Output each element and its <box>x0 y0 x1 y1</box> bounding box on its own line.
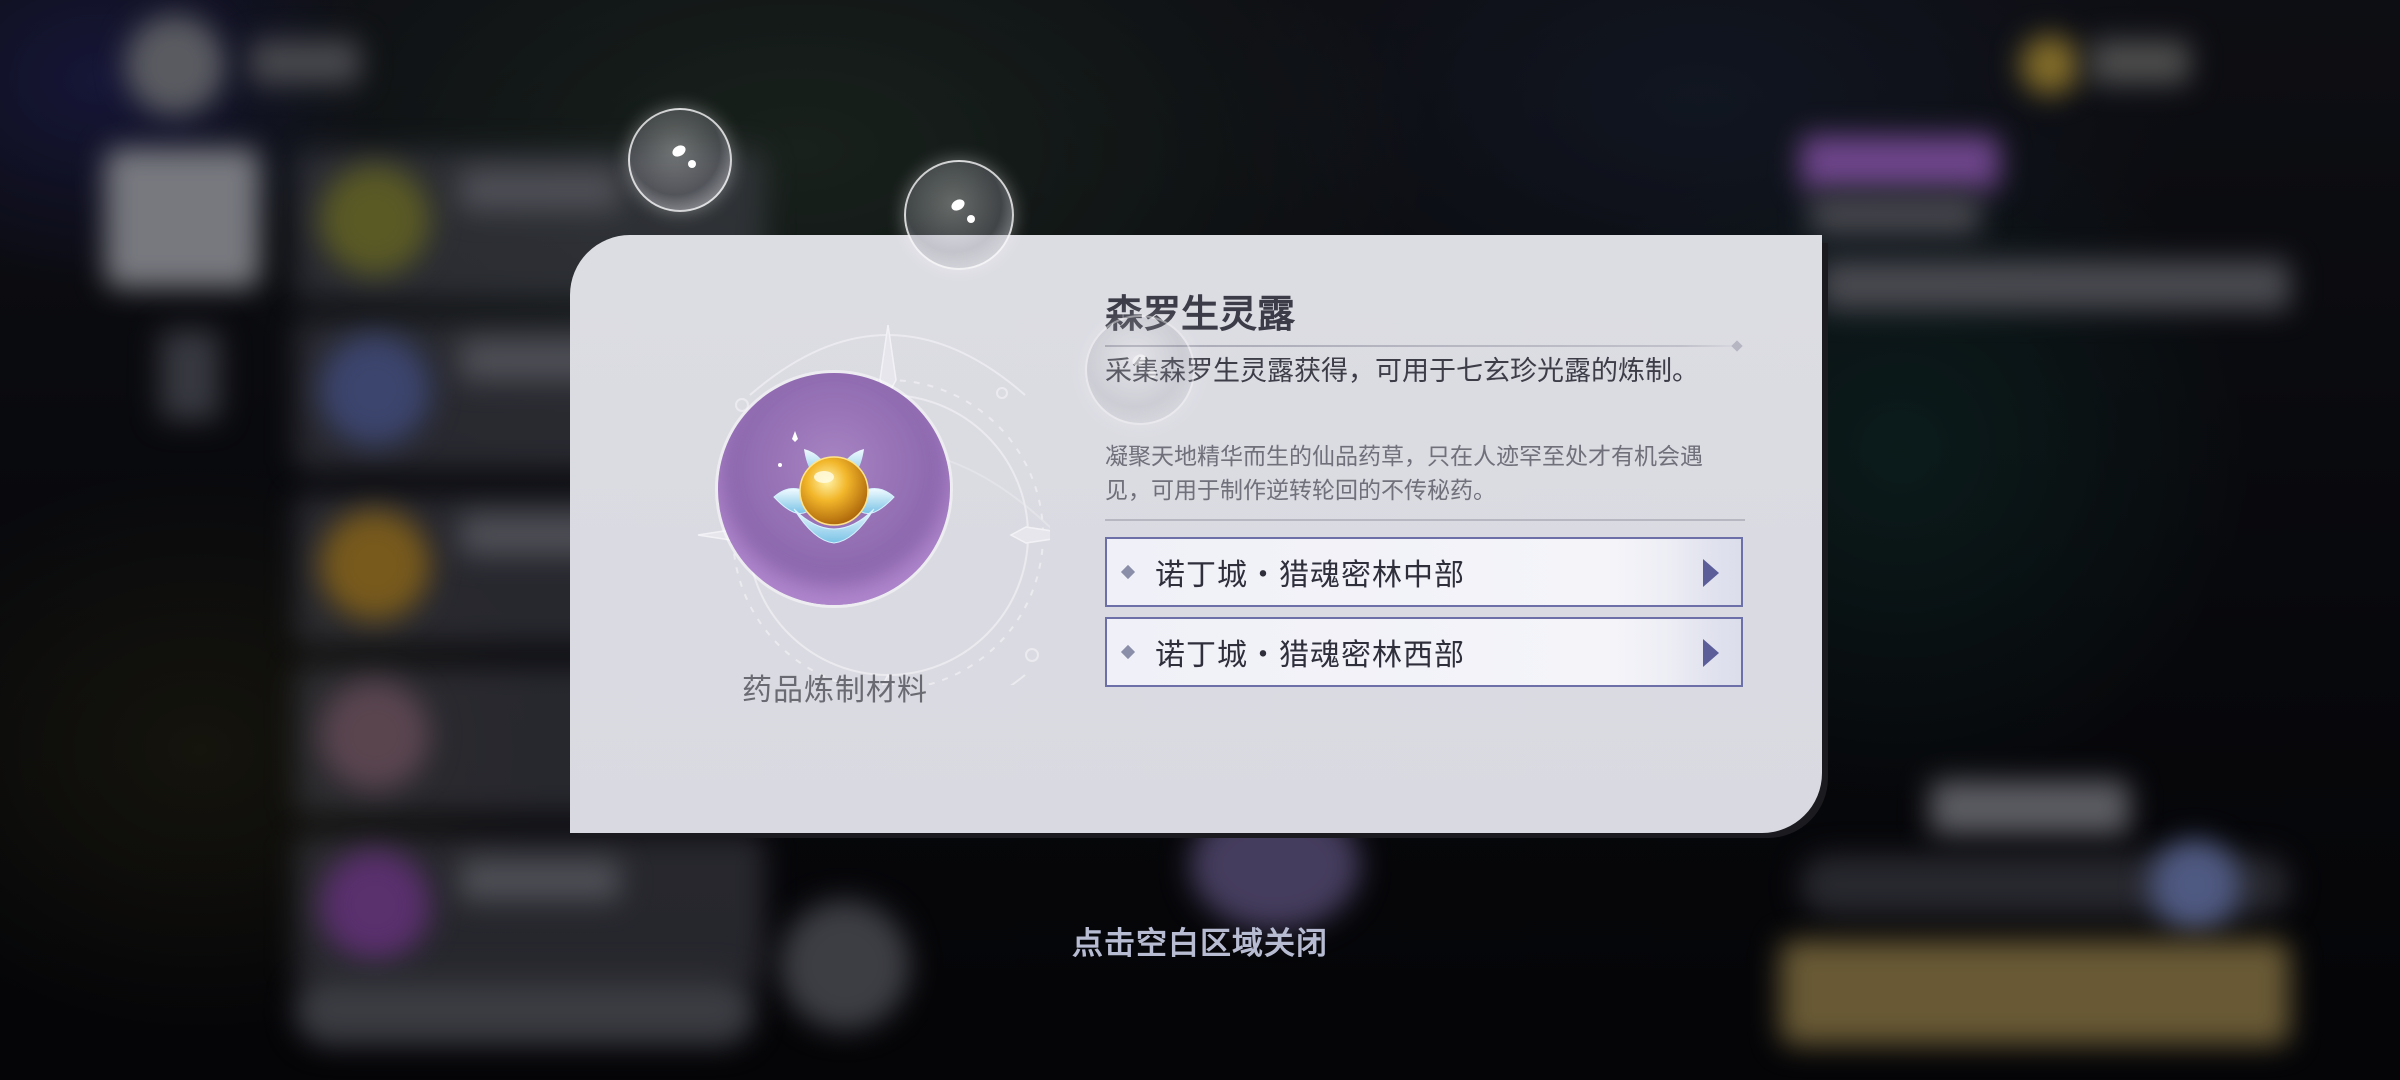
golden-orb-in-lotus-icon <box>773 431 895 544</box>
chevron-right-icon <box>1703 639 1719 667</box>
bullet-icon <box>1120 644 1136 660</box>
chevron-right-icon <box>1703 559 1719 587</box>
source-location-button[interactable]: 诺丁城・猎魂密林中部 <box>1105 537 1743 607</box>
close-hint-text: 点击空白区域关闭 <box>1072 926 1328 962</box>
item-description: 采集森罗生灵露获得，可用于七玄珍光露的炼制。 <box>1105 356 1699 387</box>
title-divider <box>1105 345 1745 347</box>
source-location-button[interactable]: 诺丁城・猎魂密林西部 <box>1105 617 1743 687</box>
item-detail-card: 药品炼制材料 森罗生灵露 采集森罗生灵露获得，可用于七玄珍光露的炼制。 凝聚天地… <box>570 235 1822 833</box>
bubble-decoration <box>904 160 1014 270</box>
item-category-label: 药品炼制材料 <box>742 673 928 708</box>
bullet-icon <box>1120 564 1136 580</box>
lore-divider <box>1105 519 1745 521</box>
bubble-decoration <box>1085 315 1195 425</box>
bubble-decoration <box>628 108 732 212</box>
source-location-label: 诺丁城・猎魂密林中部 <box>1155 558 1465 593</box>
item-icon-frame <box>718 373 950 605</box>
item-lore: 凝聚天地精华而生的仙品药草，只在人迹罕至处才有机会遇见，可用于制作逆转轮回的不传… <box>1105 444 1703 504</box>
source-location-label: 诺丁城・猎魂密林西部 <box>1155 638 1465 673</box>
